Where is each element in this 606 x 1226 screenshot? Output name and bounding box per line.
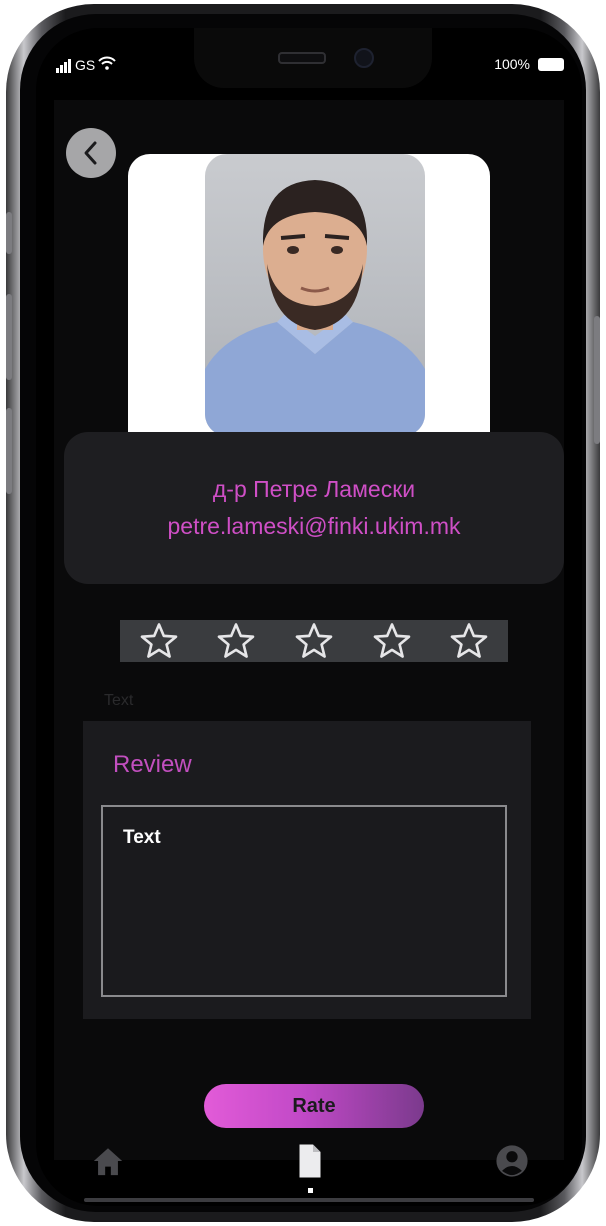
notch bbox=[194, 28, 432, 88]
status-bar-right: 100% bbox=[494, 56, 564, 72]
battery-icon bbox=[538, 57, 564, 71]
professor-email: petre.lameski@finki.ukim.mk bbox=[167, 513, 461, 539]
mute-switch bbox=[6, 212, 12, 254]
chevron-left-icon bbox=[84, 141, 97, 165]
document-icon bbox=[299, 1144, 321, 1178]
volume-up-button bbox=[6, 294, 12, 380]
review-label: Review bbox=[113, 751, 192, 778]
star-icon[interactable] bbox=[138, 622, 180, 660]
profile-photo bbox=[205, 154, 425, 436]
profile-photo-card bbox=[128, 154, 490, 436]
home-icon bbox=[93, 1148, 123, 1176]
rate-button[interactable]: Rate bbox=[204, 1084, 424, 1128]
ghost-text-label: Text bbox=[104, 692, 134, 709]
tab-reviews[interactable] bbox=[288, 1138, 332, 1184]
home-indicator bbox=[84, 1198, 534, 1202]
star-icon[interactable] bbox=[371, 622, 413, 660]
star-icon[interactable] bbox=[448, 622, 490, 660]
professor-name: д-р Петре Ламески bbox=[212, 476, 416, 502]
profile-info-card: д-р Петре Ламески petre.lameski@finki.uk… bbox=[64, 432, 564, 584]
star-icon[interactable] bbox=[293, 622, 335, 660]
back-button[interactable] bbox=[66, 128, 116, 178]
speaker bbox=[278, 52, 326, 64]
active-tab-indicator bbox=[308, 1188, 313, 1193]
front-camera bbox=[354, 48, 374, 68]
battery-percent: 100% bbox=[494, 56, 530, 72]
profile-icon bbox=[496, 1145, 528, 1177]
wifi-icon bbox=[98, 56, 116, 73]
screen: GS 100% д-р Петре Ламески petre.lameski@… bbox=[36, 28, 582, 1206]
phone-frame: GS 100% д-р Петре Ламески petre.lameski@… bbox=[6, 4, 600, 1222]
power-button bbox=[594, 316, 600, 444]
star-rating[interactable] bbox=[120, 620, 508, 662]
signal-icon bbox=[56, 57, 72, 73]
carrier-label: GS bbox=[75, 57, 96, 73]
tab-home[interactable] bbox=[86, 1138, 130, 1184]
volume-down-button bbox=[6, 408, 12, 494]
star-icon[interactable] bbox=[215, 622, 257, 660]
review-textarea[interactable]: Text bbox=[101, 805, 507, 997]
tab-profile[interactable] bbox=[490, 1138, 534, 1184]
review-card: Review Text bbox=[83, 721, 531, 1019]
status-bar-left: GS bbox=[56, 56, 116, 73]
